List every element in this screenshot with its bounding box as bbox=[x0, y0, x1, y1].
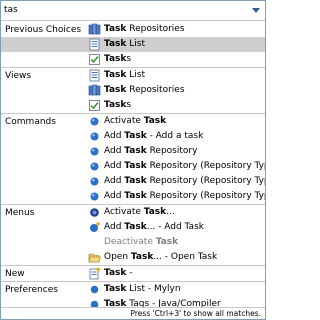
result-item[interactable]: Add Task... - Add Task bbox=[1, 220, 265, 235]
add-task-icon bbox=[88, 221, 101, 234]
tasks-view-icon bbox=[88, 53, 101, 66]
preferences-icon bbox=[88, 298, 101, 307]
search-input[interactable] bbox=[4, 3, 244, 17]
section-views: Views Task List Task Repositories Tasks bbox=[1, 67, 265, 113]
section-preferences: Preferences Task List - Mylyn Task Tags - … bbox=[1, 281, 265, 307]
blank-icon bbox=[88, 236, 101, 249]
activate-task-icon bbox=[88, 206, 101, 219]
result-item[interactable]: Task Tags - Java/Compiler bbox=[1, 297, 265, 307]
new-task-icon bbox=[88, 267, 101, 280]
category-label: Menus bbox=[5, 208, 35, 218]
task-list-icon bbox=[88, 38, 101, 51]
command-icon bbox=[88, 115, 101, 128]
result-item[interactable]: Task List bbox=[1, 37, 265, 52]
result-item[interactable]: Add Task Repository (Repository Type: bbox=[1, 159, 265, 174]
result-item[interactable]: Open Task... - Open Task bbox=[1, 250, 265, 265]
result-item[interactable]: Previous Choices Task Repositories bbox=[1, 22, 265, 37]
result-item[interactable]: Add Task - Add a task bbox=[1, 129, 265, 144]
task-repositories-icon bbox=[88, 84, 101, 97]
result-item-content: Task List bbox=[88, 69, 145, 82]
result-item-label: Task List bbox=[104, 70, 145, 80]
result-item-label: Activate Task... bbox=[104, 207, 175, 217]
result-item-content: Add Task Repository (Repository Type: bbox=[88, 160, 265, 173]
result-item-label: Tasks bbox=[104, 54, 132, 64]
result-item[interactable]: New Task - bbox=[1, 266, 265, 281]
command-icon bbox=[88, 130, 101, 143]
result-item-label: Task Repositories bbox=[104, 85, 185, 95]
result-item[interactable]: Add Task Repository (Repository Type: bbox=[1, 174, 265, 189]
open-folder-icon bbox=[88, 251, 101, 264]
category-label: Views bbox=[5, 71, 32, 81]
task-repositories-icon bbox=[88, 23, 101, 36]
result-item-content: Tasks bbox=[88, 53, 131, 66]
section-new: New Task - bbox=[1, 265, 265, 281]
result-item-content: Tasks bbox=[88, 99, 131, 112]
result-item[interactable]: Tasks bbox=[1, 52, 265, 67]
result-item-label: Open Task... - Open Task bbox=[104, 252, 218, 262]
result-item-content: Task Tags - Java/Compiler bbox=[88, 298, 221, 307]
result-item-content: Activate Task bbox=[88, 115, 166, 128]
result-item-content: Open Task... - Open Task bbox=[88, 251, 217, 264]
result-item-label: Task Tags - Java/Compiler bbox=[104, 299, 221, 307]
preferences-icon bbox=[88, 283, 101, 296]
status-separator bbox=[1, 307, 265, 308]
results-list: Previous Choices Task Repositories Task Li… bbox=[1, 22, 265, 307]
result-item-content: Add Task Repository (Repository Type: bbox=[88, 190, 265, 203]
command-icon bbox=[88, 175, 101, 188]
section-commands: Commands Activate Task Add Task - Add a ta… bbox=[1, 113, 265, 204]
result-item: Deactivate Task bbox=[1, 235, 265, 250]
category-label: Previous Choices bbox=[5, 25, 82, 35]
result-item-label: Activate Task bbox=[104, 116, 167, 126]
result-item-content: Add Task Repository bbox=[88, 145, 197, 158]
tasks-view-icon bbox=[88, 99, 101, 112]
result-item[interactable]: Add Task Repository bbox=[1, 144, 265, 159]
result-item-content: Add Task - Add a task bbox=[88, 130, 203, 143]
search-separator bbox=[1, 20, 265, 21]
result-item[interactable]: Add Task Repository (Repository Type: bbox=[1, 189, 265, 204]
result-item-content: Task List bbox=[88, 38, 145, 51]
result-item[interactable]: Commands Activate Task bbox=[1, 114, 265, 129]
result-item-content: Task Repositories bbox=[88, 23, 185, 36]
result-item-label: Deactivate Task bbox=[104, 237, 179, 247]
result-item[interactable]: Tasks bbox=[1, 98, 265, 113]
result-item[interactable]: Menus Activate Task... bbox=[1, 205, 265, 220]
result-item-content: Add Task... - Add Task bbox=[88, 221, 204, 234]
chevron-down-icon bbox=[252, 8, 260, 13]
result-item-content: Add Task Repository (Repository Type: bbox=[88, 175, 265, 188]
result-item-label: Add Task... - Add Task bbox=[104, 222, 204, 232]
result-item-label: Add Task Repository (Repository Type: bbox=[104, 176, 265, 186]
category-label: Commands bbox=[5, 117, 56, 127]
command-icon bbox=[88, 160, 101, 173]
result-item-content: Task Repositories bbox=[88, 84, 185, 97]
status-hint: Press 'Ctrl+3' to show all matches. bbox=[130, 309, 262, 318]
result-item-content: Task List - Mylyn bbox=[88, 283, 181, 296]
result-item[interactable]: Preferences Task List - Mylyn bbox=[1, 282, 265, 297]
quick-access-popup: Previous Choices Task Repositories Task Li… bbox=[0, 0, 266, 320]
section-menus: Menus Activate Task... Add Task... - Add T… bbox=[1, 204, 265, 265]
result-item-label: Add Task Repository (Repository Type: bbox=[104, 191, 265, 201]
dropdown-menu-button[interactable] bbox=[251, 5, 261, 15]
result-item-content: Deactivate Task bbox=[88, 236, 178, 249]
command-icon bbox=[88, 190, 101, 203]
result-item-label: Task List - Mylyn bbox=[104, 284, 181, 294]
result-item-label: Add Task - Add a task bbox=[104, 131, 204, 141]
result-item-label: Task - bbox=[104, 268, 133, 278]
command-icon bbox=[88, 145, 101, 158]
result-item-label: Task List bbox=[104, 39, 145, 49]
result-item-label: Tasks bbox=[104, 100, 132, 110]
result-item-content: Task - bbox=[88, 267, 133, 280]
section-previous-choices: Previous Choices Task Repositories Task Li… bbox=[1, 22, 265, 67]
category-label: New bbox=[5, 269, 25, 279]
task-list-icon bbox=[88, 69, 101, 82]
result-item[interactable]: Task Repositories bbox=[1, 83, 265, 98]
result-item[interactable]: Views Task List bbox=[1, 68, 265, 83]
result-item-label: Add Task Repository (Repository Type: bbox=[104, 161, 265, 171]
result-item-label: Task Repositories bbox=[104, 24, 185, 34]
category-label: Preferences bbox=[5, 285, 58, 295]
result-item-content: Activate Task... bbox=[88, 206, 175, 219]
search-bar bbox=[1, 1, 265, 19]
result-item-label: Add Task Repository bbox=[104, 146, 198, 156]
